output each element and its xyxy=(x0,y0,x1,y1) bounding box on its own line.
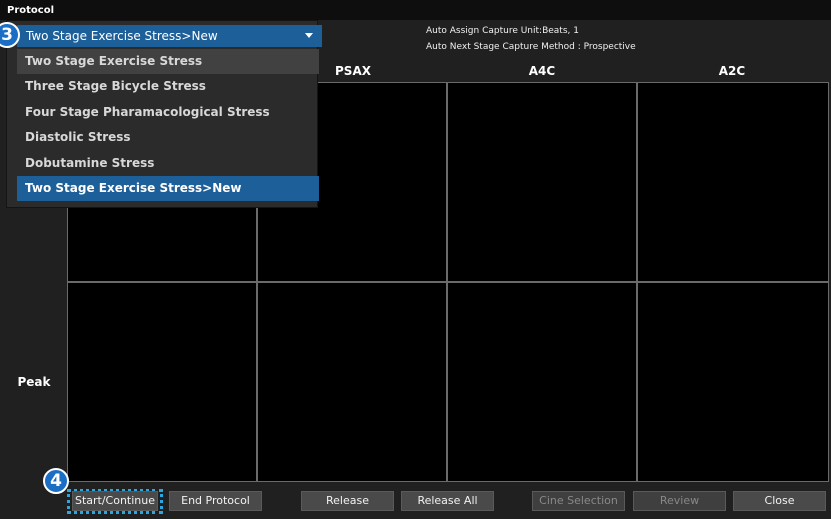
start-continue-button[interactable]: Start/Continue xyxy=(72,491,158,511)
column-header-a2c: A2C xyxy=(718,64,746,78)
release-all-button[interactable]: Release All xyxy=(401,491,494,511)
chevron-down-icon xyxy=(305,33,313,38)
row-header-peak: Peak xyxy=(17,375,51,389)
protocol-option-four-stage-pharmacological[interactable]: Four Stage Pharamacological Stress xyxy=(17,100,319,125)
review-button[interactable]: Review xyxy=(633,491,726,511)
protocol-select-value: Two Stage Exercise Stress>New xyxy=(26,29,218,43)
close-button[interactable]: Close xyxy=(733,491,826,511)
grid-cell-r1-c3[interactable] xyxy=(448,83,636,281)
protocol-dropdown: Two Stage Exercise Stress>New Two Stage … xyxy=(6,20,322,208)
protocol-option-two-stage-exercise-new[interactable]: Two Stage Exercise Stress>New xyxy=(17,175,319,202)
capture-unit-info: Auto Assign Capture Unit:Beats, 1 xyxy=(426,26,579,36)
grid-cell-peak-c3[interactable] xyxy=(448,283,636,481)
column-header-a4c: A4C xyxy=(528,64,556,78)
end-protocol-button[interactable]: End Protocol xyxy=(169,491,262,511)
capture-method-info: Auto Next Stage Capture Method : Prospec… xyxy=(426,42,636,52)
grid-cell-peak-c2[interactable] xyxy=(258,283,446,481)
protocol-select[interactable]: Two Stage Exercise Stress>New xyxy=(17,25,322,47)
protocol-option-dobutamine[interactable]: Dobutamine Stress xyxy=(17,151,319,176)
protocol-option-two-stage-exercise[interactable]: Two Stage Exercise Stress xyxy=(17,49,319,75)
protocol-option-three-stage-bicycle[interactable]: Three Stage Bicycle Stress xyxy=(17,74,319,99)
window-title: Protocol xyxy=(0,0,831,20)
cine-selection-button[interactable]: Cine Selection xyxy=(532,491,625,511)
step-callout-4: 4 xyxy=(43,468,69,494)
grid-cell-peak-c1[interactable] xyxy=(68,283,256,481)
protocol-option-diastolic[interactable]: Diastolic Stress xyxy=(17,125,319,150)
protocol-options-list: Two Stage Exercise Stress Three Stage Bi… xyxy=(17,49,319,202)
grid-cell-r1-c4[interactable] xyxy=(638,83,828,281)
grid-cell-peak-c4[interactable] xyxy=(638,283,828,481)
release-button[interactable]: Release xyxy=(301,491,394,511)
